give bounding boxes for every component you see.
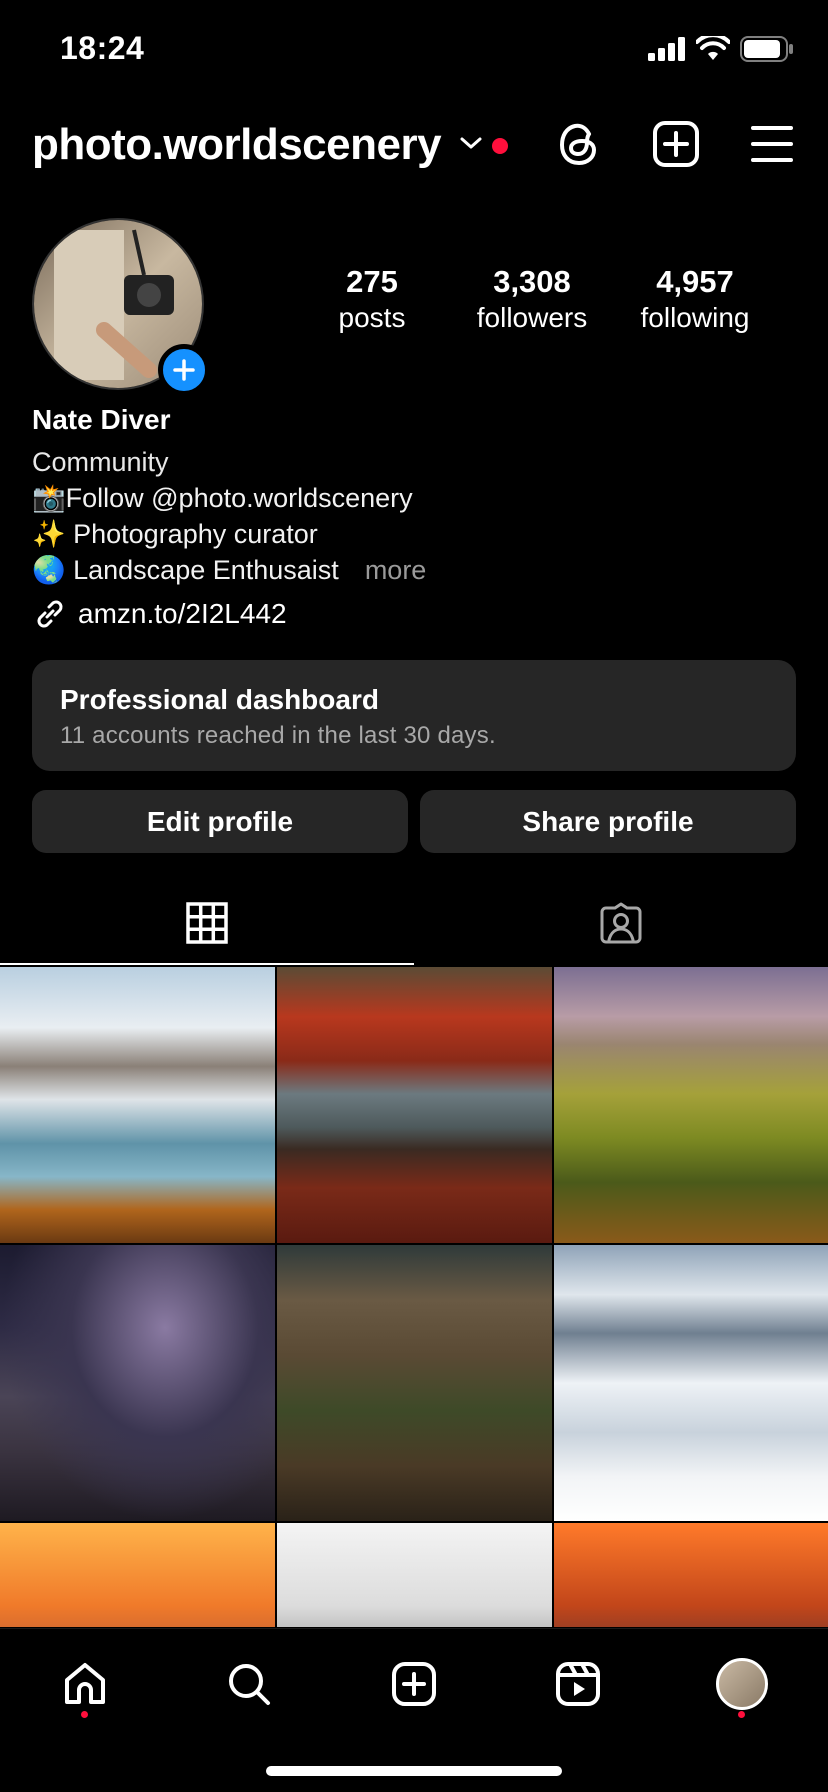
nav-home[interactable] (50, 1649, 120, 1719)
professional-dashboard-card[interactable]: Professional dashboard 11 accounts reach… (32, 660, 796, 771)
status-bar: 18:24 (0, 0, 828, 100)
dashboard-subtitle: 11 accounts reached in the last 30 days. (60, 722, 496, 749)
home-notification-dot (81, 1711, 88, 1718)
home-indicator (266, 1766, 562, 1776)
followers-label: followers (476, 302, 588, 333)
tab-selected-indicator (0, 963, 414, 965)
post-thumbnail[interactable] (554, 1245, 828, 1521)
cellular-signal-icon (648, 37, 685, 61)
battery-icon (740, 36, 793, 62)
link-icon (37, 600, 63, 628)
status-time: 18:24 (60, 30, 145, 66)
add-story-button[interactable] (158, 344, 210, 396)
home-icon (65, 1663, 105, 1704)
followers-count: 3,308 (493, 264, 571, 299)
tab-tagged[interactable] (414, 880, 828, 966)
bio-line: 🌏 Landscape Enthusaist more (32, 552, 792, 588)
stat-following[interactable]: 4,957 following (620, 264, 770, 334)
bottom-navigation (0, 1628, 828, 1792)
stat-followers[interactable]: 3,308 followers (444, 264, 620, 334)
tab-posts-grid[interactable] (0, 880, 414, 966)
create-icon (392, 1662, 436, 1706)
profile-header: photo.worldscenery (0, 112, 828, 182)
chevron-down-icon[interactable] (458, 134, 484, 152)
search-icon (229, 1664, 270, 1705)
notification-dot (492, 138, 508, 154)
post-thumbnail[interactable] (0, 967, 275, 1243)
grid-icon (186, 902, 228, 944)
reels-icon (556, 1662, 600, 1706)
status-icons (648, 36, 794, 62)
following-count: 4,957 (656, 264, 734, 299)
following-label: following (640, 302, 750, 333)
profile-avatar-icon (716, 1658, 768, 1710)
posts-count: 275 (346, 264, 398, 299)
post-thumbnail[interactable] (0, 1245, 275, 1521)
profile-avatar[interactable] (32, 218, 210, 396)
profile-bio: Nate Diver Community 📸Follow @photo.worl… (32, 404, 792, 632)
profile-tabs (0, 880, 828, 966)
nav-search[interactable] (214, 1649, 284, 1719)
wifi-icon (696, 36, 730, 60)
account-switcher-username[interactable]: photo.worldscenery (32, 120, 442, 170)
create-post-icon[interactable] (652, 120, 700, 168)
dashboard-title: Professional dashboard (60, 684, 379, 715)
tagged-icon (600, 902, 642, 944)
menu-icon[interactable] (750, 120, 794, 168)
plus-icon (173, 359, 195, 381)
bio-line-text: 🌏 Landscape Enthusaist (32, 555, 339, 585)
profile-link[interactable]: amzn.to/2I2L442 (32, 596, 792, 632)
post-thumbnail[interactable] (554, 1523, 828, 1627)
posts-label: posts (338, 302, 406, 333)
bio-line: 📸Follow @photo.worldscenery (32, 483, 413, 513)
nav-create[interactable] (379, 1649, 449, 1719)
profile-notification-dot (738, 1711, 745, 1718)
post-thumbnail[interactable] (277, 1245, 552, 1521)
bio-more-link[interactable]: more (365, 555, 427, 585)
post-thumbnail[interactable] (277, 967, 552, 1243)
edit-profile-button[interactable]: Edit profile (32, 790, 408, 853)
post-thumbnail[interactable] (277, 1523, 552, 1627)
profile-category: Community (32, 447, 169, 477)
bio-line: ✨ Photography curator (32, 519, 318, 549)
nav-profile[interactable] (707, 1649, 777, 1719)
share-profile-button[interactable]: Share profile (420, 790, 796, 853)
profile-stats: 275 posts 3,308 followers 4,957 followin… (300, 264, 800, 334)
posts-grid (0, 967, 828, 1627)
post-thumbnail[interactable] (0, 1523, 275, 1627)
threads-icon[interactable] (556, 120, 602, 168)
display-name: Nate Diver (32, 404, 171, 435)
profile-link-text: amzn.to/2I2L442 (78, 598, 287, 629)
post-thumbnail[interactable] (554, 967, 828, 1243)
nav-reels[interactable] (543, 1649, 613, 1719)
stat-posts[interactable]: 275 posts (300, 264, 444, 334)
